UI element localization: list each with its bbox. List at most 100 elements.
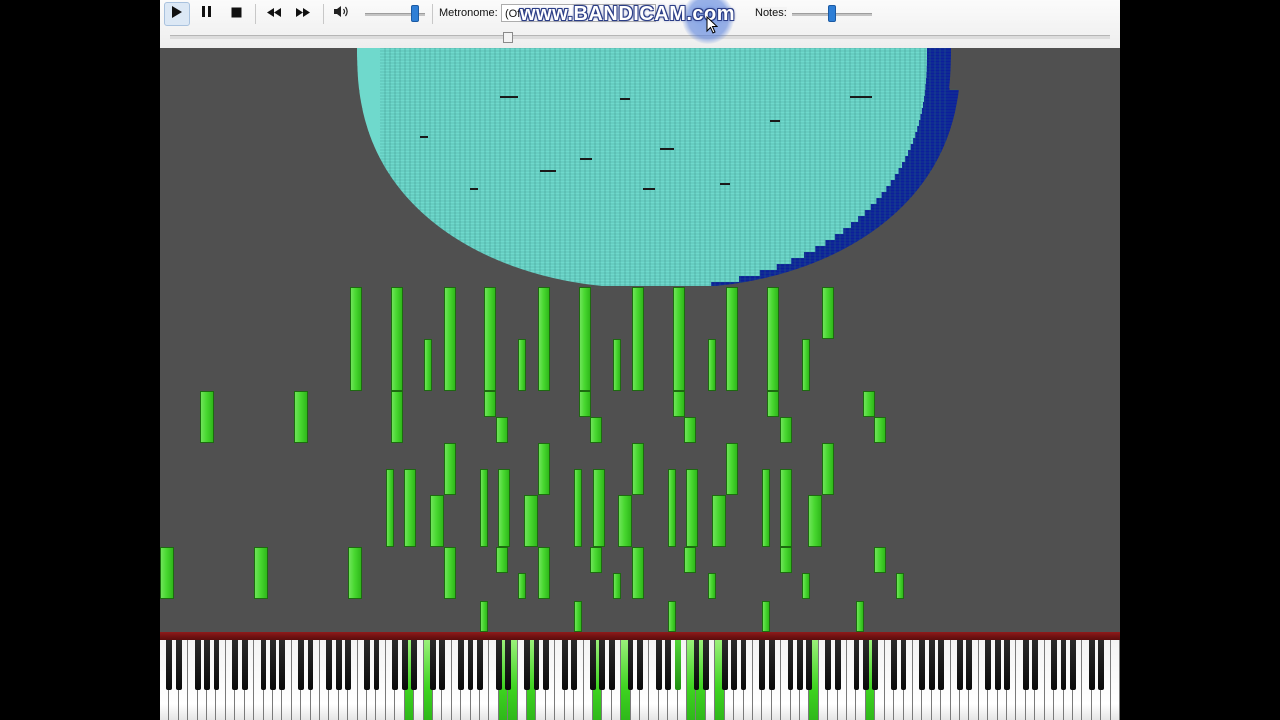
notes-slider-thumb[interactable] <box>828 5 836 22</box>
black-key[interactable] <box>411 640 418 690</box>
falling-note <box>444 287 456 391</box>
black-key[interactable] <box>1060 640 1067 690</box>
black-key[interactable] <box>994 640 1001 690</box>
black-key[interactable] <box>759 640 766 690</box>
black-key[interactable] <box>1032 640 1039 690</box>
black-key[interactable] <box>590 640 596 690</box>
black-key[interactable] <box>1022 640 1029 690</box>
black-key[interactable] <box>373 640 380 690</box>
black-key[interactable] <box>270 640 276 690</box>
black-key[interactable] <box>872 640 879 690</box>
black-key[interactable] <box>834 640 841 690</box>
black-key[interactable] <box>938 640 945 690</box>
black-key[interactable] <box>655 640 662 690</box>
black-key[interactable] <box>693 640 700 690</box>
black-key[interactable] <box>204 640 210 690</box>
falling-note <box>404 469 416 547</box>
dense-note-dash <box>580 158 592 160</box>
black-key[interactable] <box>401 640 408 690</box>
black-key[interactable] <box>1098 640 1105 690</box>
black-key[interactable] <box>787 640 794 690</box>
black-key[interactable] <box>957 640 963 690</box>
black-key[interactable] <box>495 640 502 690</box>
black-key[interactable] <box>1070 640 1076 690</box>
black-key[interactable] <box>542 640 549 690</box>
falling-note <box>632 443 644 495</box>
stop-icon <box>231 5 242 23</box>
black-key[interactable] <box>797 640 803 690</box>
play-button[interactable] <box>164 2 190 26</box>
stop-button[interactable] <box>223 2 249 26</box>
black-key[interactable] <box>430 640 436 690</box>
black-key[interactable] <box>637 640 643 690</box>
pause-button[interactable] <box>193 2 219 26</box>
black-key[interactable] <box>175 640 182 690</box>
black-key[interactable] <box>919 640 926 690</box>
black-key[interactable] <box>806 640 813 690</box>
black-key[interactable] <box>345 640 352 690</box>
black-key[interactable] <box>966 640 973 690</box>
rewind-icon <box>266 5 282 23</box>
black-key[interactable] <box>571 640 578 690</box>
black-key[interactable] <box>561 640 568 690</box>
black-key[interactable] <box>232 640 239 690</box>
falling-note <box>708 339 716 391</box>
falling-note <box>538 287 550 391</box>
black-key[interactable] <box>458 640 465 690</box>
black-key[interactable] <box>326 640 333 690</box>
black-key[interactable] <box>731 640 738 690</box>
volume-slider-thumb[interactable] <box>410 5 419 22</box>
black-key[interactable] <box>928 640 935 690</box>
fast-forward-button[interactable] <box>290 2 316 26</box>
falling-note <box>896 573 904 599</box>
black-key[interactable] <box>627 640 634 690</box>
black-key[interactable] <box>674 640 681 690</box>
black-key[interactable] <box>853 640 860 690</box>
volume-button[interactable] <box>328 2 354 26</box>
black-key[interactable] <box>702 640 709 690</box>
black-key[interactable] <box>439 640 446 690</box>
black-key[interactable] <box>279 640 286 690</box>
black-key[interactable] <box>335 640 342 690</box>
falling-note <box>498 469 510 547</box>
black-key[interactable] <box>1004 640 1010 690</box>
song-progress-track[interactable] <box>170 35 1110 39</box>
black-key[interactable] <box>241 640 248 690</box>
falling-note <box>538 547 550 599</box>
black-key[interactable] <box>900 640 907 690</box>
black-key[interactable] <box>392 640 399 690</box>
white-key[interactable] <box>1110 640 1120 720</box>
toolbar-divider <box>323 4 324 24</box>
piano-roll <box>160 48 1120 632</box>
falling-note <box>590 417 602 443</box>
falling-note <box>348 547 362 599</box>
black-key[interactable] <box>599 640 606 690</box>
black-key[interactable] <box>768 640 775 690</box>
black-key[interactable] <box>533 640 540 690</box>
black-key[interactable] <box>891 640 898 690</box>
black-key[interactable] <box>524 640 530 690</box>
black-key[interactable] <box>477 640 483 690</box>
black-key[interactable] <box>985 640 992 690</box>
falling-note <box>200 391 214 443</box>
black-key[interactable] <box>307 640 314 690</box>
black-key[interactable] <box>298 640 305 690</box>
black-key[interactable] <box>608 640 615 690</box>
song-progress-thumb[interactable] <box>503 32 514 43</box>
black-key[interactable] <box>194 640 201 690</box>
rewind-button[interactable] <box>261 2 287 26</box>
black-key[interactable] <box>862 640 869 690</box>
black-key[interactable] <box>740 640 747 690</box>
black-key[interactable] <box>1088 640 1095 690</box>
bandicam-watermark: www.BANDICAM.com <box>520 3 736 25</box>
black-key[interactable] <box>166 640 173 690</box>
black-key[interactable] <box>665 640 672 690</box>
black-key[interactable] <box>364 640 370 690</box>
black-key[interactable] <box>1051 640 1058 690</box>
black-key[interactable] <box>505 640 512 690</box>
black-key[interactable] <box>467 640 474 690</box>
black-key[interactable] <box>721 640 728 690</box>
black-key[interactable] <box>213 640 220 690</box>
black-key[interactable] <box>260 640 267 690</box>
black-key[interactable] <box>825 640 832 690</box>
